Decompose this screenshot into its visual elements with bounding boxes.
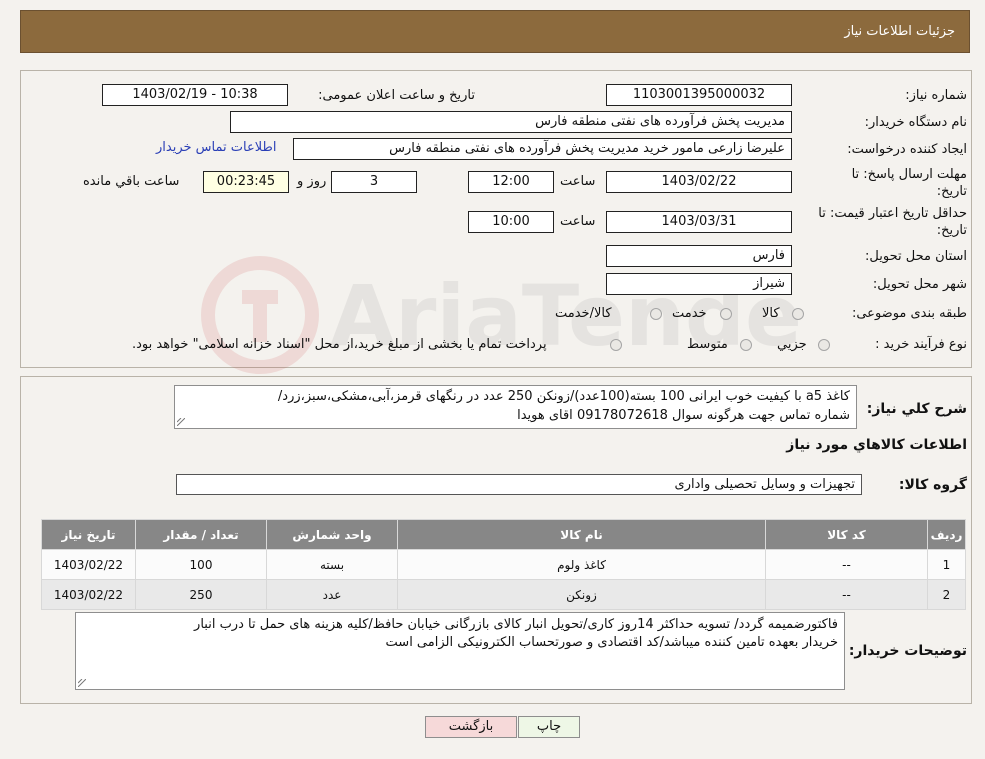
category-option-service: خدمت xyxy=(672,306,707,321)
resize-grip-icon[interactable] xyxy=(177,418,185,426)
category-radio-goods[interactable] xyxy=(792,308,804,320)
remaining-time-label: ساعت باقي مانده xyxy=(83,174,180,189)
description-label: شرح کلي نياز: xyxy=(866,401,967,417)
print-button[interactable]: چاپ xyxy=(518,716,580,738)
cell-code: -- xyxy=(765,549,928,580)
announce-label: تاریخ و ساعت اعلان عمومی: xyxy=(318,88,475,103)
description-line-2: شماره تماس جهت هرگونه سوال 09178072618 ا… xyxy=(517,408,850,423)
category-option-goods: کالا xyxy=(762,306,780,321)
category-option-both: کالا/خدمت xyxy=(555,306,612,321)
category-radio-both[interactable] xyxy=(650,308,662,320)
cell-row: 1 xyxy=(927,549,966,580)
col-row: رديف xyxy=(927,519,966,550)
goods-table: رديف کد کالا نام کالا واحد شمارش تعداد /… xyxy=(41,519,966,610)
cell-unit: عدد xyxy=(266,579,398,610)
process-treasury-note: پرداخت تمام یا بخشی از مبلغ خرید،از محل … xyxy=(132,337,547,352)
buyer-org-field: مدیریت پخش فرآورده های نفتی منطقه فارس xyxy=(230,111,792,133)
need-number-label: شماره نیاز: xyxy=(905,88,967,103)
creator-label: ایجاد کننده درخواست: xyxy=(847,142,967,157)
description-line-1: کاغذ a5 با کیفیت خوب ایرانی 100 بسته(100… xyxy=(277,389,850,404)
goods-group-label: گروه کالا: xyxy=(898,477,967,493)
cell-name: زونکن xyxy=(397,579,766,610)
cell-quantity: 100 xyxy=(135,549,267,580)
col-name: نام کالا xyxy=(397,519,766,550)
back-button[interactable]: بازگشت xyxy=(425,716,517,738)
need-number-field: 1103001395000032 xyxy=(606,84,792,106)
days-label: روز و xyxy=(297,174,327,189)
price-validity-label-2: تاریخ: xyxy=(936,223,967,238)
buyer-notes-line-1: فاکتورضمیمه گردد/ تسویه حداکثر 14روز کار… xyxy=(194,617,838,632)
table-row: 1 -- کاغذ ولوم بسته 100 1403/02/22 xyxy=(41,549,966,580)
goods-group-field: تجهیزات و وسایل تحصیلی واداری xyxy=(176,474,862,495)
col-quantity: تعداد / مقدار xyxy=(135,519,267,550)
col-code: کد کالا xyxy=(765,519,928,550)
cell-unit: بسته xyxy=(266,549,398,580)
description-textarea[interactable]: کاغذ a5 با کیفیت خوب ایرانی 100 بسته(100… xyxy=(174,385,857,429)
table-row: 2 -- زونکن عدد 250 1403/02/22 xyxy=(41,579,966,610)
watermark-logo: AriaTender.neT xyxy=(201,256,800,374)
buyer-notes-textarea[interactable]: فاکتورضمیمه گردد/ تسویه حداکثر 14روز کار… xyxy=(75,612,845,690)
page-title: جزئیات اطلاعات نیاز xyxy=(844,24,955,39)
cell-row: 2 xyxy=(927,579,966,610)
reply-date-field: 1403/02/22 xyxy=(606,171,792,193)
cell-date: 1403/02/22 xyxy=(41,549,136,580)
process-label: نوع فرآیند خرید : xyxy=(875,337,967,352)
col-date: تاریخ نیاز xyxy=(41,519,136,550)
city-field: شیراز xyxy=(606,273,792,295)
category-label: طبقه بندی موضوعی: xyxy=(851,306,967,321)
announce-field: 1403/02/19 - 10:38 xyxy=(102,84,288,106)
buyer-contact-link[interactable]: اطلاعات تماس خریدار xyxy=(156,140,276,155)
price-validity-label: حداقل تاریخ اعتبار قیمت: تا xyxy=(818,206,967,221)
process-radio-medium[interactable] xyxy=(740,339,752,351)
cell-code: -- xyxy=(765,579,928,610)
reply-deadline-label: مهلت ارسال پاسخ: تا xyxy=(851,167,967,182)
cell-date: 1403/02/22 xyxy=(41,579,136,610)
process-option-minor: جزيي xyxy=(777,337,807,352)
reply-deadline-label-2: تاریخ: xyxy=(936,184,967,199)
days-field: 3 xyxy=(331,171,417,193)
process-option-medium: متوسط xyxy=(687,337,728,352)
city-label: شهر محل تحویل: xyxy=(872,277,967,292)
buyer-notes-label: توضیحات خریدار: xyxy=(848,643,967,659)
col-unit: واحد شمارش xyxy=(266,519,398,550)
process-radio-minor[interactable] xyxy=(818,339,830,351)
province-field: فارس xyxy=(606,245,792,267)
province-label: استان محل تحویل: xyxy=(865,249,967,264)
price-date-field: 1403/03/31 xyxy=(606,211,792,233)
price-time-label: ساعت xyxy=(560,214,596,229)
page-header: جزئیات اطلاعات نیاز xyxy=(20,10,970,53)
reply-time-label: ساعت xyxy=(560,174,596,189)
buyer-notes-line-2: خریدار بعهده تامین کننده میباشد/کد اقتصا… xyxy=(385,635,838,650)
price-time-field: 10:00 xyxy=(468,211,554,233)
cell-name: کاغذ ولوم xyxy=(397,549,766,580)
resize-grip-icon[interactable] xyxy=(78,679,86,687)
remaining-time-field: 00:23:45 xyxy=(203,171,289,193)
goods-section-title: اطلاعات کالاهاي مورد نياز xyxy=(786,437,967,453)
cell-quantity: 250 xyxy=(135,579,267,610)
buyer-org-label: نام دستگاه خریدار: xyxy=(864,115,967,130)
reply-time-field: 12:00 xyxy=(468,171,554,193)
category-radio-service[interactable] xyxy=(720,308,732,320)
process-checkbox-treasury[interactable] xyxy=(610,339,622,351)
table-header-row: رديف کد کالا نام کالا واحد شمارش تعداد /… xyxy=(41,519,966,550)
creator-field: علیرضا زارعی مامور خرید مدیریت پخش فرآور… xyxy=(293,138,792,160)
